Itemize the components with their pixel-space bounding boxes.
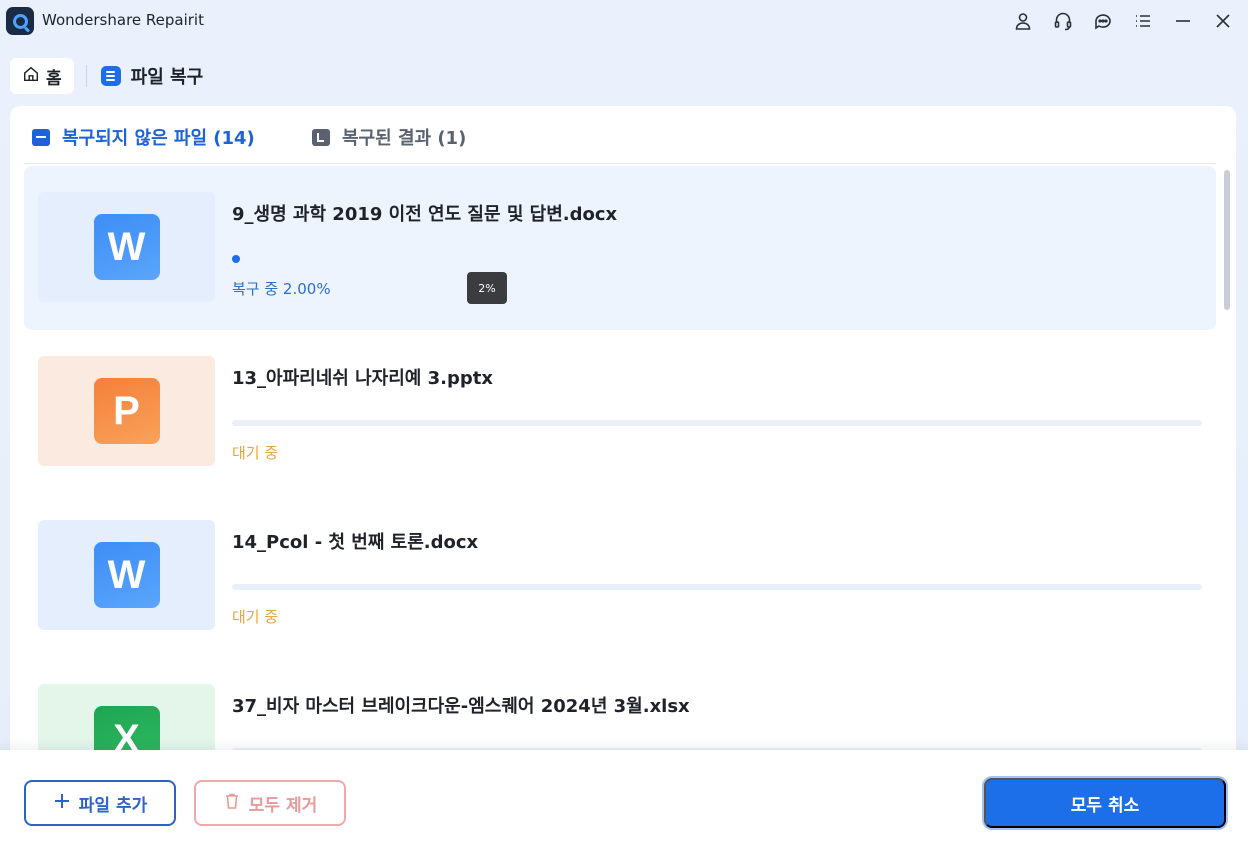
- chat-icon[interactable]: [1092, 10, 1114, 32]
- breadcrumb-current-label: 파일 복구: [130, 67, 204, 88]
- add-file-button[interactable]: 파일 추가: [24, 780, 176, 826]
- headset-icon[interactable]: [1052, 10, 1074, 32]
- remove-all-button[interactable]: 모두 제거: [194, 780, 346, 826]
- status-text: 복구 중 2.00%: [232, 280, 331, 298]
- file-thumbnail: W: [38, 520, 215, 630]
- word-file-icon: W: [93, 542, 160, 608]
- list-item[interactable]: W 9_생명 과학 2019 이전 연도 질문 및 답변.docx 복구 중 2…: [24, 166, 1216, 330]
- file-name: 14_Pcol - 첫 번째 토론.docx: [232, 532, 479, 553]
- cancel-all-button[interactable]: 모두 취소: [984, 778, 1226, 828]
- minimize-icon[interactable]: [1172, 10, 1194, 32]
- status-text: 대기 중: [232, 608, 279, 626]
- repaired-results-icon: [312, 128, 330, 146]
- word-file-icon: W: [93, 214, 160, 280]
- file-name: 37_비자 마스터 브레이크다운-엠스퀘어 2024년 3월.xlsx: [232, 696, 690, 717]
- progress-bar: [232, 584, 1202, 590]
- unrepaired-files-icon: [32, 128, 50, 146]
- footer-bar: 파일 추가 모두 제거 모두 취소: [0, 750, 1248, 848]
- breadcrumb: 홈 파일 복구: [10, 58, 203, 94]
- tab-label: 복구된 결과 (1): [342, 128, 467, 149]
- file-name: 9_생명 과학 2019 이전 연도 질문 및 답변.docx: [232, 204, 618, 225]
- home-label: 홈: [46, 68, 62, 89]
- home-icon: [22, 65, 40, 88]
- app-title: Wondershare Repairit: [42, 11, 204, 29]
- window-controls: [1012, 10, 1234, 32]
- add-file-label: 파일 추가: [78, 795, 148, 816]
- trash-icon: [223, 792, 241, 815]
- tab-repaired-results[interactable]: 복구된 결과 (1): [312, 124, 466, 150]
- home-button[interactable]: 홈: [10, 58, 74, 94]
- file-thumbnail: W: [38, 192, 215, 302]
- cancel-all-label: 모두 취소: [1070, 795, 1140, 816]
- breadcrumb-divider: [85, 65, 87, 87]
- file-list-panel: 복구되지 않은 파일 (14) 복구된 결과 (1) W 9_생명 과학 201…: [10, 106, 1236, 766]
- tab-label: 복구되지 않은 파일 (14): [62, 128, 255, 149]
- remove-all-label: 모두 제거: [248, 795, 318, 816]
- title-bar: Wondershare Repairit: [0, 0, 1248, 44]
- progress-bar: [232, 420, 1202, 426]
- list-item[interactable]: W 14_Pcol - 첫 번째 토론.docx 대기 중: [24, 494, 1216, 658]
- user-icon[interactable]: [1012, 10, 1034, 32]
- app-logo-icon: [6, 7, 34, 35]
- tab-bar: 복구되지 않은 파일 (14) 복구된 결과 (1): [24, 106, 1216, 164]
- tab-unrepaired-files[interactable]: 복구되지 않은 파일 (14): [32, 124, 255, 150]
- list-item[interactable]: P 13_아파리네쉬 나자리예 3.pptx 대기 중: [24, 330, 1216, 494]
- list-scrollbar[interactable]: [1224, 170, 1230, 310]
- file-repair-icon: [100, 66, 121, 86]
- progress-tooltip: 2%: [467, 272, 507, 304]
- file-list: W 9_생명 과학 2019 이전 연도 질문 및 답변.docx 복구 중 2…: [24, 166, 1216, 766]
- powerpoint-file-icon: P: [93, 378, 160, 444]
- menu-list-icon[interactable]: [1132, 10, 1154, 32]
- file-thumbnail: P: [38, 356, 215, 466]
- file-name: 13_아파리네쉬 나자리예 3.pptx: [232, 368, 493, 389]
- status-text: 대기 중: [232, 444, 279, 462]
- plus-icon: [53, 792, 71, 815]
- breadcrumb-current: 파일 복구: [100, 63, 204, 89]
- close-icon[interactable]: [1212, 10, 1234, 32]
- progress-fill: [232, 255, 240, 263]
- progress-bar: [232, 255, 1202, 263]
